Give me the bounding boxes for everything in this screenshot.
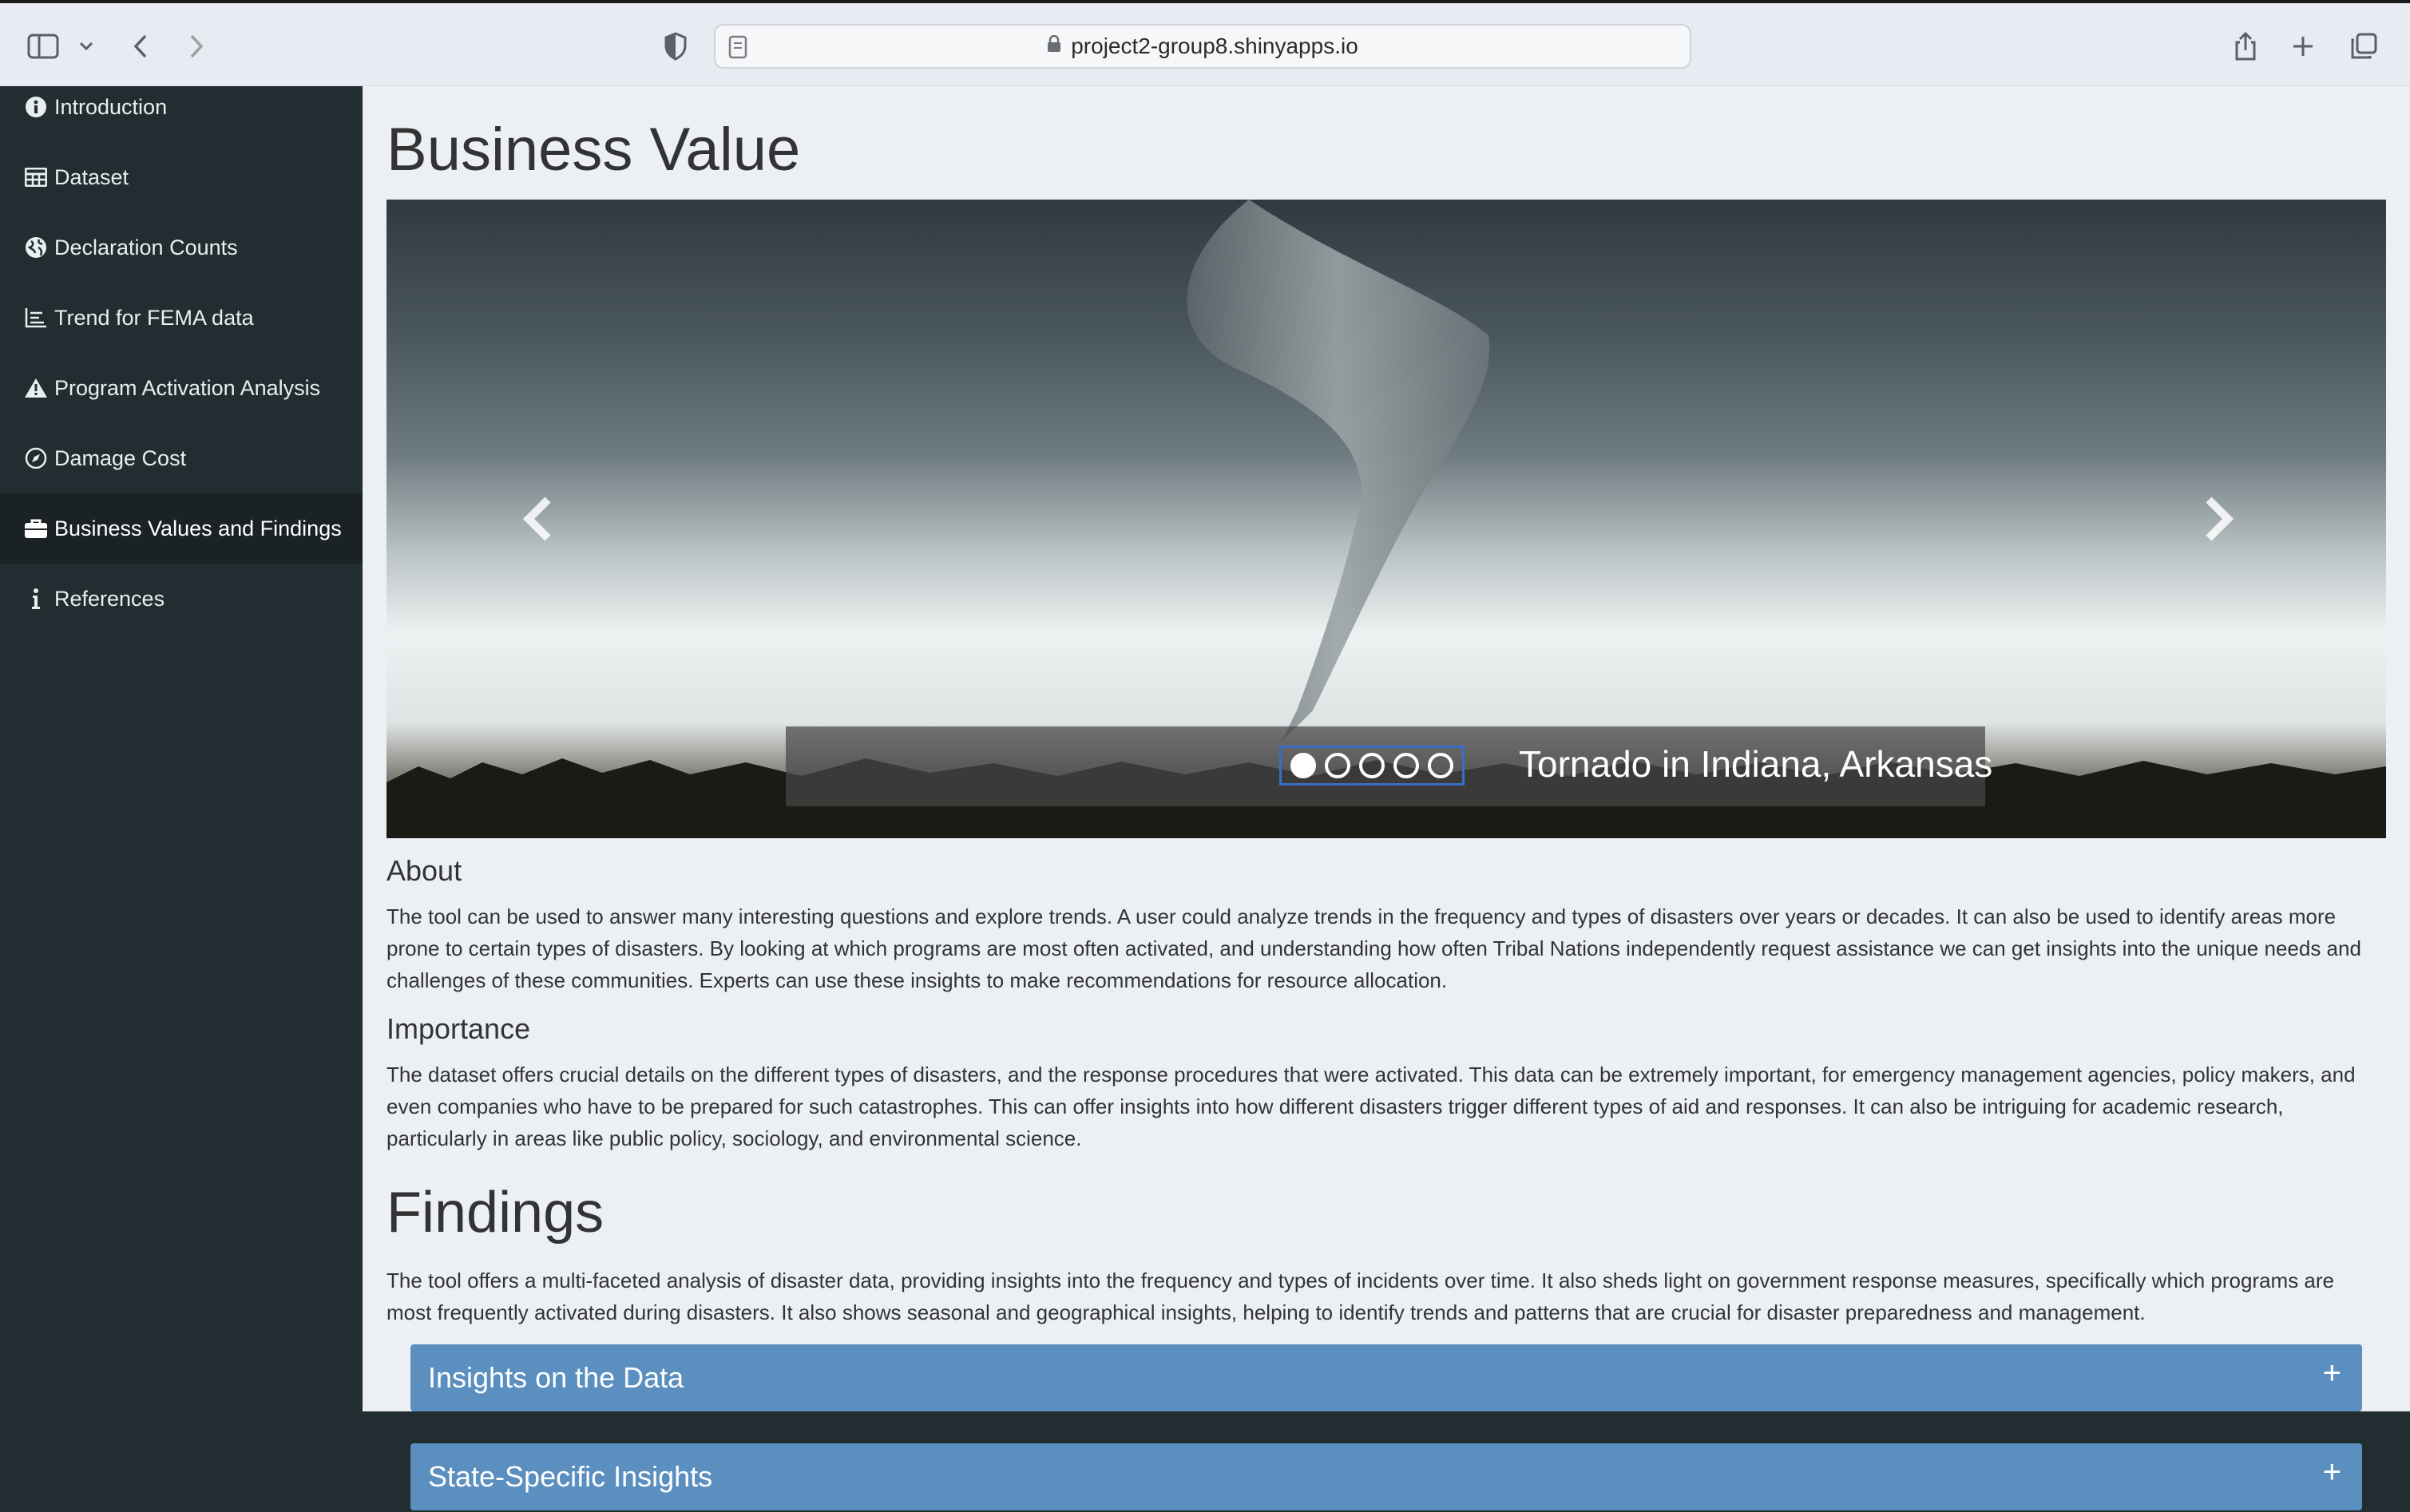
new-tab-icon[interactable] <box>2284 27 2322 65</box>
carousel-indicator-5[interactable] <box>1427 753 1453 778</box>
about-heading: About <box>386 854 462 887</box>
sidebar: Introduction Dataset Declaration Counts … <box>0 86 363 1512</box>
sidebar-item-label: Dataset <box>54 164 129 189</box>
warning-icon <box>22 374 50 402</box>
url-text: project2-group8.shinyapps.io <box>1071 34 1358 58</box>
sidebar-item-label: Trend for FEMA data <box>54 305 254 330</box>
sidebar-item-introduction[interactable]: Introduction <box>0 72 363 142</box>
sidebar-item-damage-cost[interactable]: Damage Cost <box>0 423 363 493</box>
sidebar-item-business-values[interactable]: Business Values and Findings <box>0 493 363 564</box>
sidebar-item-trend-fema[interactable]: Trend for FEMA data <box>0 283 363 353</box>
plus-icon[interactable]: + <box>2323 1356 2341 1391</box>
carousel-prev-button[interactable] <box>514 487 562 551</box>
sidebar-item-label: Introduction <box>54 94 168 119</box>
lock-icon <box>1047 34 1061 57</box>
importance-heading: Importance <box>386 1012 531 1045</box>
tab-overview-icon[interactable] <box>2345 27 2383 65</box>
sidebar-toggle-icon[interactable] <box>24 27 62 65</box>
sidebar-item-references[interactable]: References <box>0 564 363 634</box>
sidebar-item-label: Damage Cost <box>54 445 187 470</box>
about-text: The tool can be used to answer many inte… <box>386 904 2361 992</box>
carousel-indicators <box>1279 746 1465 786</box>
carousel-indicator-4[interactable] <box>1393 753 1419 778</box>
image-carousel[interactable]: Tornado in Indiana, Arkansas <box>386 200 2386 838</box>
carousel-indicator-3[interactable] <box>1358 753 1385 778</box>
accordion-state-specific-insights[interactable]: State-Specific Insights + <box>410 1443 2362 1510</box>
accordion-insights-on-data[interactable]: Insights on the Data + <box>410 1344 2362 1411</box>
privacy-shield-icon[interactable] <box>656 27 695 65</box>
carousel-indicator-2[interactable] <box>1325 753 1351 778</box>
share-icon[interactable] <box>2226 27 2265 65</box>
carousel-indicator-1[interactable] <box>1290 753 1317 778</box>
carousel-caption-text: Tornado in Indiana, Arkansas <box>1519 743 1993 785</box>
sidebar-item-program-activation[interactable]: Program Activation Analysis <box>0 353 363 423</box>
findings-heading: Findings <box>386 1181 604 1245</box>
carousel-next-button[interactable] <box>2194 487 2242 551</box>
sidebar-item-declaration-counts[interactable]: Declaration Counts <box>0 212 363 283</box>
briefcase-icon <box>22 515 50 542</box>
address-bar[interactable]: project2-group8.shinyapps.io <box>714 24 1691 69</box>
accordion-title: Insights on the Data <box>428 1361 684 1394</box>
info-icon <box>22 585 50 612</box>
sidebar-item-label: Declaration Counts <box>54 235 238 259</box>
sidebar-item-label: References <box>54 586 165 611</box>
sidebar-item-label: Program Activation Analysis <box>54 375 321 400</box>
page-title: Business Value <box>386 116 801 184</box>
main-content: Business Value Tornado in Indiana, Arkan… <box>363 86 2410 1411</box>
findings-text: The tool offers a multi-faceted analysis… <box>386 1269 2334 1324</box>
carousel-caption: Tornado in Indiana, Arkansas <box>786 726 1992 806</box>
forward-icon[interactable] <box>177 27 216 65</box>
sidebar-item-label: Business Values and Findings <box>54 516 342 540</box>
importance-text: The dataset offers crucial details on th… <box>386 1063 2356 1150</box>
accordion-title: State-Specific Insights <box>428 1460 713 1493</box>
table-icon <box>22 164 50 191</box>
compass-icon <box>22 445 50 472</box>
sidebar-item-dataset[interactable]: Dataset <box>0 142 363 212</box>
info-circle-icon <box>22 93 50 121</box>
back-icon[interactable] <box>121 27 160 65</box>
chevron-down-icon[interactable] <box>67 27 105 65</box>
plus-icon[interactable]: + <box>2323 1455 2341 1490</box>
line-chart-icon <box>22 304 50 331</box>
chevron-left-icon <box>522 497 551 541</box>
globe-icon <box>22 234 50 261</box>
chevron-right-icon <box>2206 497 2234 541</box>
